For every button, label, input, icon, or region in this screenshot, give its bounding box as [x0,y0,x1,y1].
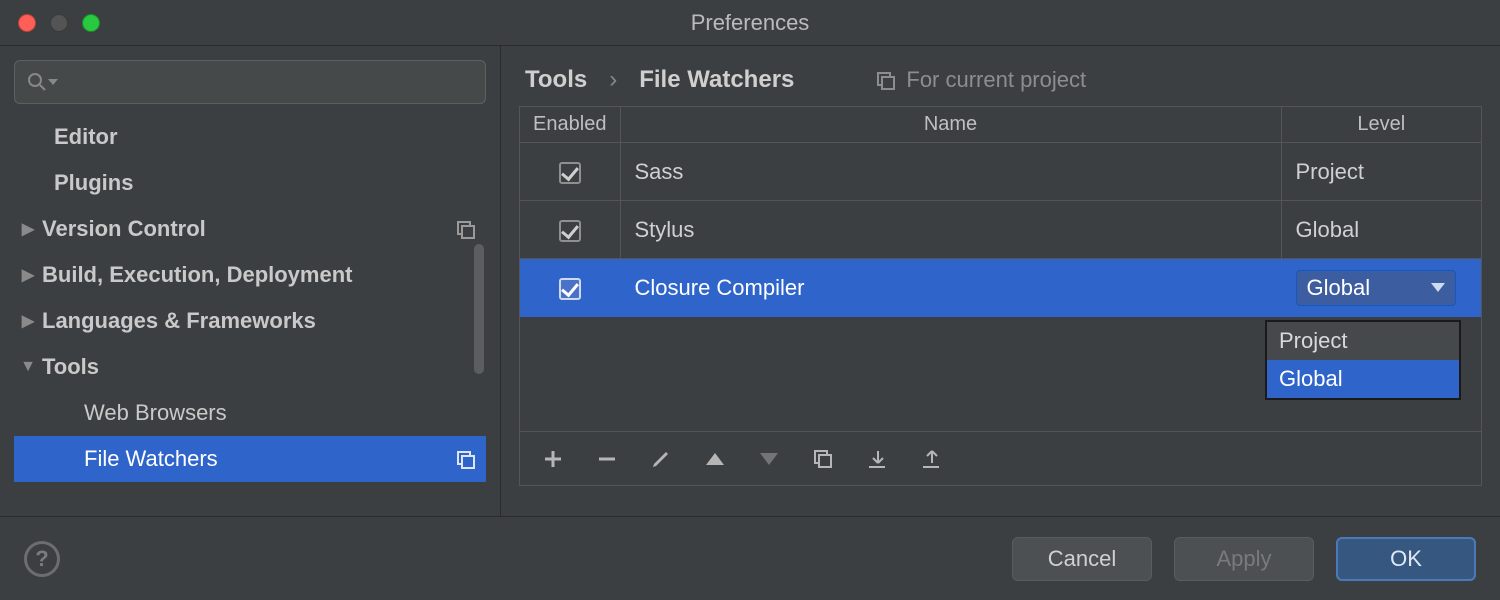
main-panel: Tools › File Watchers For current projec… [500,46,1500,516]
add-button[interactable] [540,446,566,472]
search-field[interactable] [14,60,486,104]
enabled-checkbox[interactable] [559,278,581,300]
project-scope-icon [456,219,476,239]
import-button[interactable] [864,446,890,472]
breadcrumb-leaf: File Watchers [639,66,794,94]
table-row[interactable]: Stylus Global [520,201,1481,259]
expand-arrow-icon: ▶ [14,265,42,285]
enabled-checkbox[interactable] [559,220,581,242]
sidebar-item-label: File Watchers [84,446,456,472]
scope-label: For current project [906,67,1086,93]
chevron-down-icon [47,76,59,88]
close-window-button[interactable] [18,14,36,32]
watcher-level[interactable]: Project [1281,143,1481,201]
watcher-name: Closure Compiler [620,259,1281,317]
collapse-arrow-icon: ▼ [14,358,42,376]
sidebar-item-version-control[interactable]: ▶ Version Control [14,206,486,252]
enabled-checkbox[interactable] [559,162,581,184]
project-scope-icon [456,449,476,469]
window-controls [0,14,100,32]
minimize-window-button[interactable] [50,14,68,32]
settings-tree: Editor Plugins ▶ Version Control ▶ Build… [14,114,486,482]
search-input[interactable] [65,72,473,93]
sidebar-item-web-browsers[interactable]: Web Browsers [14,390,486,436]
sidebar-item-label: Build, Execution, Deployment [42,262,486,288]
table-header-row: Enabled Name Level [520,107,1481,143]
level-combobox-value: Global [1307,275,1371,301]
move-up-button[interactable] [702,446,728,472]
expand-arrow-icon: ▶ [14,311,42,331]
window-title: Preferences [0,10,1500,36]
titlebar: Preferences [0,0,1500,46]
level-dropdown[interactable]: Project Global [1265,320,1461,400]
table-toolbar [520,431,1481,485]
sidebar-item-file-watchers[interactable]: File Watchers [14,436,486,482]
col-header-name[interactable]: Name [620,107,1281,143]
ok-button[interactable]: OK [1336,537,1476,581]
dropdown-option-global[interactable]: Global [1267,360,1459,398]
sidebar-item-label: Editor [54,124,486,150]
move-down-button[interactable] [756,446,782,472]
scope-indicator: For current project [876,67,1086,93]
col-header-level[interactable]: Level [1281,107,1481,143]
table-row[interactable]: Sass Project [520,143,1481,201]
col-header-enabled[interactable]: Enabled [520,107,620,143]
breadcrumb-root[interactable]: Tools [525,66,587,94]
breadcrumb-separator-icon: › [609,66,617,94]
apply-button[interactable]: Apply [1174,537,1314,581]
watcher-name: Stylus [620,201,1281,259]
watcher-level[interactable]: Global [1281,201,1481,259]
sidebar-item-tools[interactable]: ▼ Tools [14,344,486,390]
cancel-button[interactable]: Cancel [1012,537,1152,581]
sidebar-item-label: Version Control [42,216,456,242]
help-button[interactable]: ? [24,541,60,577]
project-scope-icon [876,70,896,90]
expand-arrow-icon: ▶ [14,219,42,239]
sidebar-item-plugins[interactable]: Plugins [14,160,486,206]
breadcrumb: Tools › File Watchers For current projec… [501,46,1500,106]
sidebar: Editor Plugins ▶ Version Control ▶ Build… [0,46,500,516]
level-combobox[interactable]: Global [1296,270,1456,306]
sidebar-item-label: Languages & Frameworks [42,308,486,334]
chevron-down-icon [1431,283,1445,292]
search-icon [27,72,47,92]
sidebar-item-label: Tools [42,354,486,380]
edit-button[interactable] [648,446,674,472]
remove-button[interactable] [594,446,620,472]
dialog-footer: ? Cancel Apply OK [0,516,1500,600]
export-button[interactable] [918,446,944,472]
sidebar-scrollbar[interactable] [474,244,484,374]
sidebar-item-label: Plugins [54,170,486,196]
dropdown-option-project[interactable]: Project [1267,322,1459,360]
copy-button[interactable] [810,446,836,472]
sidebar-item-languages[interactable]: ▶ Languages & Frameworks [14,298,486,344]
watcher-name: Sass [620,143,1281,201]
sidebar-item-label: Web Browsers [84,400,486,426]
watchers-table: Enabled Name Level Sass Project Stylus G [519,106,1482,486]
zoom-window-button[interactable] [82,14,100,32]
sidebar-item-editor[interactable]: Editor [14,114,486,160]
table-row[interactable]: Closure Compiler Global [520,259,1481,317]
sidebar-item-build[interactable]: ▶ Build, Execution, Deployment [14,252,486,298]
